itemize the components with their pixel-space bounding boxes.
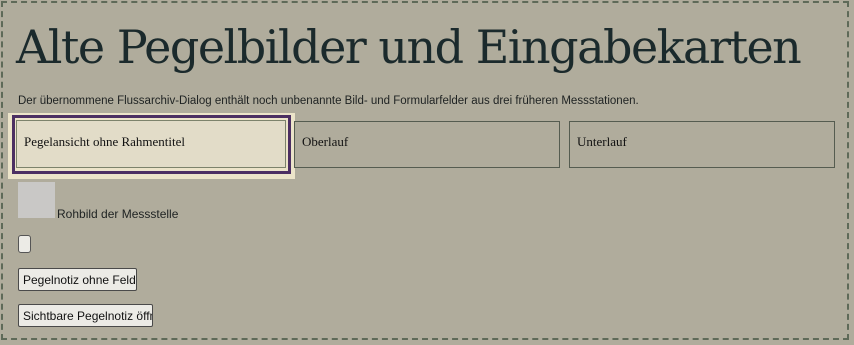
page-title: Alte Pegelbilder und Eingabekarten xyxy=(16,20,802,74)
card-oberlauf-label: Oberlauf xyxy=(302,134,349,149)
unlabeled-button[interactable] xyxy=(18,235,31,253)
card-oberlauf[interactable]: Oberlauf xyxy=(294,121,560,168)
card-unterlauf[interactable]: Unterlauf xyxy=(569,121,835,168)
card-pegelansicht-inner: Pegelansicht ohne Rahmentitel xyxy=(16,120,286,168)
card-pegelansicht[interactable]: Pegelansicht ohne Rahmentitel xyxy=(8,113,295,179)
page-description: Der übernommene Flussarchiv-Dialog enthä… xyxy=(18,95,639,107)
card-unterlauf-label: Unterlauf xyxy=(577,134,627,149)
open-pegelnotiz-button[interactable]: Sichtbare Pegelnotiz öffnen xyxy=(18,304,153,327)
card-pegelansicht-label: Pegelansicht ohne Rahmentitel xyxy=(24,134,186,149)
rohbild-image xyxy=(18,182,55,218)
rohbild-label: Rohbild der Messstelle xyxy=(57,207,179,221)
pegelnotiz-button[interactable]: Pegelnotiz ohne Feldbeze xyxy=(18,268,137,291)
